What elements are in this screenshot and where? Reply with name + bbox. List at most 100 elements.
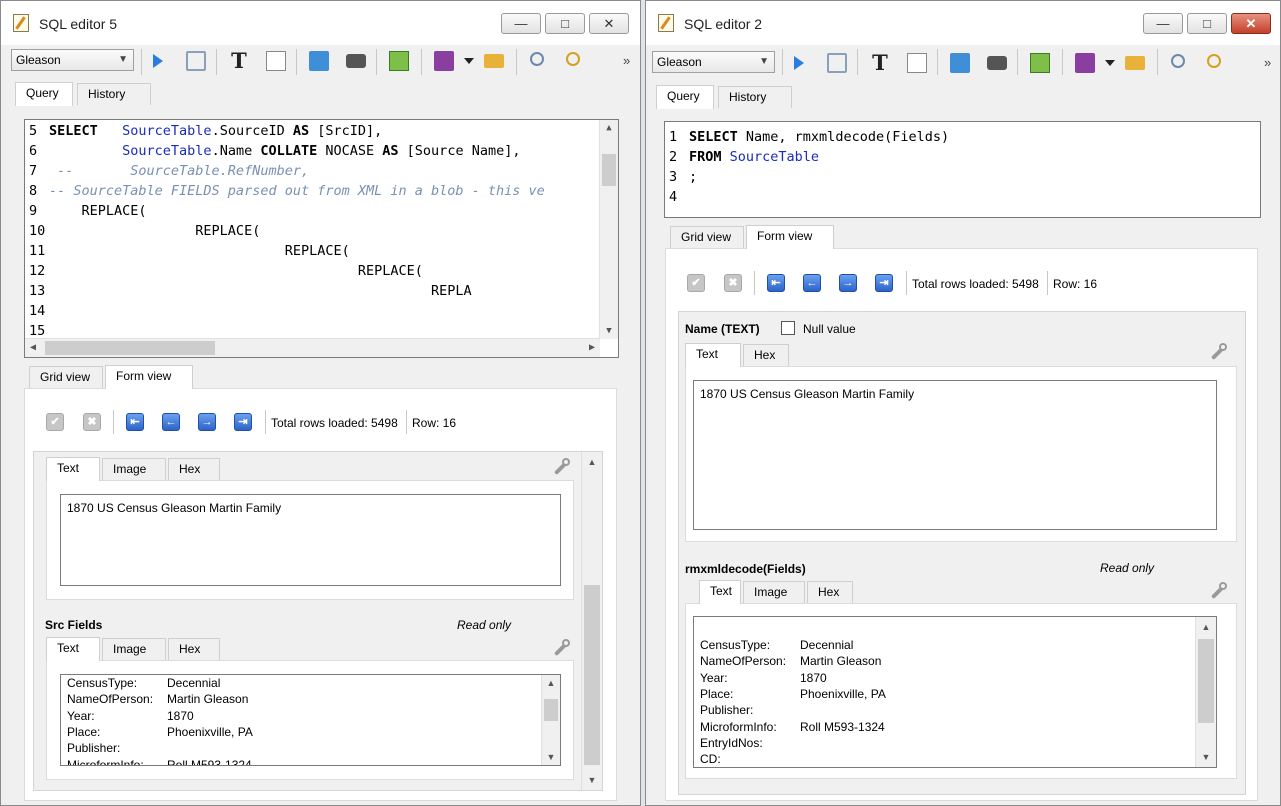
execute-icon[interactable]: [794, 56, 804, 70]
format-text-icon[interactable]: T: [229, 50, 249, 71]
scroll-up-icon[interactable]: ▲: [542, 675, 560, 691]
scroll-thumb[interactable]: [45, 341, 215, 355]
save-icon[interactable]: [1075, 53, 1095, 73]
tab-query[interactable]: Query: [656, 85, 714, 109]
export-icon[interactable]: [1030, 53, 1050, 73]
scroll-left-icon[interactable]: ◀: [25, 339, 41, 357]
tab-history[interactable]: History: [77, 83, 151, 105]
commit-icon[interactable]: ✔: [46, 413, 64, 431]
rollback-icon[interactable]: ✖: [724, 274, 742, 292]
field-key: EntryIdNos:: [700, 735, 763, 750]
database-combo[interactable]: Gleason ▼: [11, 49, 134, 71]
find-replace-icon[interactable]: [1207, 54, 1221, 68]
find-icon[interactable]: [530, 52, 544, 66]
tab-form-view[interactable]: Form view: [746, 225, 834, 249]
field-value: Phoenixville, PA: [167, 724, 253, 739]
close-button[interactable]: ✕: [589, 13, 629, 34]
explain-plan-icon[interactable]: [186, 51, 206, 71]
explain-plan-icon[interactable]: [827, 53, 847, 73]
sql-editor[interactable]: 5 SELECT SourceTable.SourceID AS [SrcID],…: [24, 119, 619, 358]
tab-form-view[interactable]: Form view: [105, 365, 193, 389]
previous-row-icon[interactable]: ←: [803, 274, 821, 292]
scroll-down-icon[interactable]: ▼: [582, 772, 602, 788]
scroll-down-icon[interactable]: ▼: [600, 323, 618, 339]
next-row-icon[interactable]: →: [198, 413, 216, 431]
minimize-button[interactable]: —: [1143, 13, 1183, 34]
scroll-right-icon[interactable]: ▶: [584, 339, 600, 357]
editor-horizontal-scrollbar[interactable]: ◀ ▶: [25, 338, 600, 357]
close-button[interactable]: ✕: [1231, 13, 1271, 34]
field1-text-value[interactable]: 1870 US Census Gleason Martin Family: [693, 380, 1217, 530]
wrench-icon[interactable]: [552, 639, 570, 657]
scroll-thumb[interactable]: [584, 585, 600, 765]
null-value-checkbox[interactable]: [781, 321, 795, 335]
field2-vertical-scrollbar[interactable]: ▲ ▼: [1195, 617, 1216, 767]
tab-image[interactable]: Image: [743, 581, 805, 603]
field2-vertical-scrollbar[interactable]: ▲ ▼: [541, 675, 560, 765]
save-dropdown-icon[interactable]: [1105, 60, 1115, 66]
tab-hex[interactable]: Hex: [807, 581, 853, 603]
more-tools-icon[interactable]: »: [1264, 55, 1271, 75]
tab-text[interactable]: Text: [46, 637, 100, 661]
next-row-icon[interactable]: →: [839, 274, 857, 292]
field-key: NameOfPerson:: [700, 654, 787, 669]
more-tools-icon[interactable]: »: [623, 53, 630, 73]
scroll-up-icon[interactable]: ▲: [582, 454, 602, 470]
find-replace-icon[interactable]: [566, 52, 580, 66]
maximize-button[interactable]: □: [545, 13, 585, 34]
format-text-icon[interactable]: T: [870, 52, 890, 73]
tab-text[interactable]: Text: [699, 580, 741, 604]
scroll-thumb[interactable]: [602, 154, 616, 186]
save-icon[interactable]: [434, 51, 454, 71]
tab-grid-view[interactable]: Grid view: [670, 226, 744, 248]
last-row-icon[interactable]: ⇥: [234, 413, 252, 431]
line-number: 6: [29, 143, 38, 159]
scroll-down-icon[interactable]: ▼: [542, 749, 560, 765]
rollback-icon[interactable]: ✖: [83, 413, 101, 431]
tab-query[interactable]: Query: [15, 82, 73, 106]
wrench-icon[interactable]: [552, 458, 570, 476]
expand-icon[interactable]: [309, 51, 329, 71]
scroll-up-icon[interactable]: ▲: [600, 120, 618, 136]
tab-image[interactable]: Image: [102, 638, 166, 660]
last-row-icon[interactable]: ⇥: [875, 274, 893, 292]
tab-text[interactable]: Text: [685, 343, 741, 367]
sql-editor[interactable]: 1 SELECT Name, rmxmldecode(Fields) 2 FROM S…: [664, 121, 1261, 218]
edit-icon[interactable]: [907, 53, 927, 73]
commit-icon[interactable]: ✔: [687, 274, 705, 292]
export-icon[interactable]: [389, 51, 409, 71]
execute-icon[interactable]: [153, 54, 163, 68]
tab-hex[interactable]: Hex: [168, 638, 220, 660]
field2-text-value[interactable]: CensusType: Decennial NameOfPerson: Martin …: [60, 674, 561, 766]
open-folder-icon[interactable]: [1125, 56, 1145, 70]
editor-vertical-scrollbar[interactable]: ▲ ▼: [599, 120, 618, 339]
scroll-up-icon[interactable]: ▲: [1196, 619, 1216, 635]
first-row-icon[interactable]: ⇤: [767, 274, 785, 292]
scroll-thumb[interactable]: [544, 699, 558, 721]
print-icon[interactable]: [346, 54, 366, 68]
form-vertical-scrollbar[interactable]: ▲ ▼: [581, 452, 602, 790]
find-icon[interactable]: [1171, 54, 1185, 68]
wrench-icon[interactable]: [1209, 582, 1227, 600]
edit-icon[interactable]: [266, 51, 286, 71]
first-row-icon[interactable]: ⇤: [126, 413, 144, 431]
tab-text[interactable]: Text: [46, 457, 100, 481]
open-folder-icon[interactable]: [484, 54, 504, 68]
maximize-button[interactable]: □: [1187, 13, 1227, 34]
field2-text-value[interactable]: CensusType: Decennial NameOfPerson: Martin …: [693, 616, 1217, 768]
tab-history[interactable]: History: [718, 86, 792, 108]
wrench-icon[interactable]: [1209, 343, 1227, 361]
scroll-thumb[interactable]: [1198, 639, 1214, 723]
tab-hex[interactable]: Hex: [168, 458, 220, 480]
tab-hex[interactable]: Hex: [743, 344, 789, 366]
expand-icon[interactable]: [950, 53, 970, 73]
minimize-button[interactable]: —: [501, 13, 541, 34]
database-combo[interactable]: Gleason ▼: [652, 51, 775, 73]
field1-text-value[interactable]: 1870 US Census Gleason Martin Family: [60, 494, 561, 586]
tab-image[interactable]: Image: [102, 458, 166, 480]
previous-row-icon[interactable]: ←: [162, 413, 180, 431]
tab-grid-view[interactable]: Grid view: [29, 366, 103, 388]
scroll-down-icon[interactable]: ▼: [1196, 749, 1216, 765]
print-icon[interactable]: [987, 56, 1007, 70]
save-dropdown-icon[interactable]: [464, 58, 474, 64]
